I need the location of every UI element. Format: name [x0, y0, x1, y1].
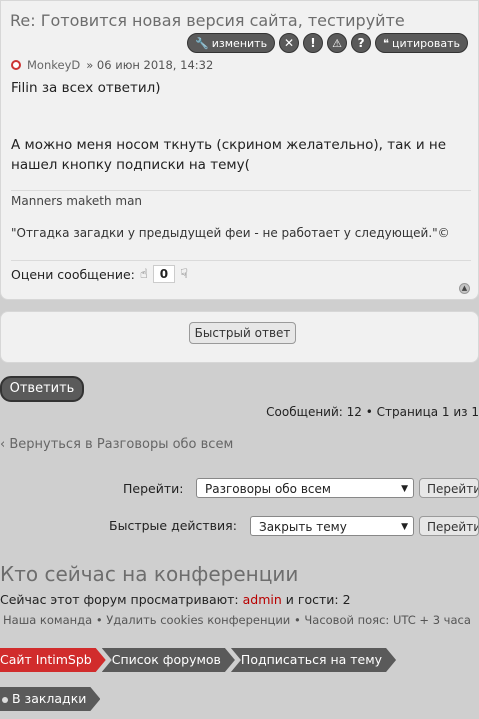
quick-actions-label-row: Быстрые действия:: [109, 514, 237, 536]
post-text-line2: А можно меня носом ткнуть (скрином желат…: [11, 137, 447, 173]
info-button[interactable]: ?: [351, 33, 372, 53]
edit-label: изменить: [211, 36, 268, 50]
quote-icon: ❝: [383, 36, 389, 50]
reply-button[interactable]: Ответить: [0, 376, 84, 402]
thumbs-down-icon[interactable]: ☟: [180, 267, 188, 282]
breadcrumb: Сайт IntimSpb Список форумов Подписаться…: [0, 648, 392, 672]
quote-button[interactable]: ❝ цитировать: [375, 33, 468, 53]
question-icon: ?: [357, 36, 365, 50]
who-is-online-title: Кто сейчас на конференции: [0, 562, 299, 586]
quick-reply-button[interactable]: Быстрый ответ: [189, 322, 296, 344]
signature-divider: [11, 190, 471, 191]
rating-divider: [11, 260, 471, 261]
rating-label: Оцени сообщение:: [11, 266, 135, 282]
post-title[interactable]: Re: Готовится новая версия сайта, тестир…: [10, 11, 405, 30]
quick-actions-label: Быстрые действия:: [109, 517, 237, 533]
delete-button[interactable]: ✕: [279, 33, 300, 53]
bookmark-icon: [2, 697, 8, 703]
bookmark-bar: В закладки: [0, 687, 96, 711]
post-text-line1: Filin за всех ответил): [11, 80, 161, 96]
quick-actions-select[interactable]: Закрыть тему ▼: [250, 516, 414, 536]
exclamation-icon: !: [310, 36, 316, 50]
bookmark-button[interactable]: В закладки: [0, 687, 100, 711]
timezone-info: Часовой пояс: UTC + 3 часа: [304, 613, 471, 627]
separator: •: [95, 613, 107, 627]
who-suffix: и гости: 2: [285, 592, 351, 607]
jump-label-row: Перейти:: [123, 477, 183, 499]
close-icon: ✕: [284, 36, 295, 50]
subscribe-topic-link[interactable]: Подписаться на тему: [231, 648, 396, 672]
who-prefix: Сейчас этот форум просматривают:: [0, 592, 239, 607]
warning-icon: ⚠: [332, 36, 342, 50]
warn-button[interactable]: ⚠: [327, 33, 348, 53]
jump-label: Перейти:: [123, 480, 184, 496]
quick-actions-go-button[interactable]: Перейти: [419, 516, 479, 536]
online-user-admin[interactable]: admin: [243, 592, 282, 607]
pagination-info: Сообщений: 12 • Страница 1 из 1: [266, 405, 479, 419]
team-link[interactable]: Наша команда: [3, 613, 92, 627]
bookmark-label: В закладки: [12, 691, 87, 706]
back-to-top-icon[interactable]: ▲: [459, 283, 470, 294]
chevron-down-icon: ▼: [401, 522, 408, 532]
chevron-down-icon: ▼: [401, 484, 408, 494]
rating-value: 0: [152, 265, 176, 283]
post-date: » 06 июн 2018, 14:32: [86, 58, 214, 72]
rating-row: Оцени сообщение: ☝ 0 ☟: [11, 265, 188, 283]
back-to-forum-link[interactable]: ‹ Вернуться в Разговоры обо всем: [0, 437, 233, 452]
jump-select[interactable]: Разговоры обо всем ▼: [196, 478, 414, 498]
wrench-icon: 🔧: [195, 36, 209, 50]
quick-reply-panel: Быстрый ответ: [0, 311, 479, 363]
who-is-online-text: Сейчас этот форум просматривают: admin и…: [0, 592, 351, 607]
thumbs-up-icon[interactable]: ☝: [140, 267, 148, 282]
quote-label: цитировать: [391, 36, 460, 50]
breadcrumb-site[interactable]: Сайт IntimSpb: [0, 648, 106, 672]
separator: •: [293, 613, 305, 627]
post-toolbar: 🔧 изменить ✕ ! ⚠ ? ❝ цитировать: [187, 32, 468, 54]
breadcrumb-forum-list[interactable]: Список форумов: [102, 648, 235, 672]
post-panel: Re: Готовится новая версия сайта, тестир…: [0, 0, 479, 300]
signature-line1: Manners maketh man: [11, 194, 143, 208]
report-button[interactable]: !: [303, 33, 324, 53]
post-icon[interactable]: [11, 60, 21, 70]
footer-links: Наша команда • Удалить cookies конференц…: [3, 613, 473, 628]
delete-cookies-link[interactable]: Удалить cookies конференции: [106, 613, 290, 627]
jump-go-button[interactable]: Перейти: [419, 478, 479, 498]
post-meta: MonkeyD » 06 июн 2018, 14:32: [11, 58, 213, 72]
jump-select-value: Разговоры обо всем: [205, 482, 331, 496]
post-author[interactable]: MonkeyD: [27, 58, 80, 72]
signature-line2: "Отгадка загадки у предыдущей феи - не р…: [11, 226, 450, 240]
edit-button[interactable]: 🔧 изменить: [187, 33, 276, 53]
quick-actions-select-value: Закрыть тему: [259, 520, 347, 534]
